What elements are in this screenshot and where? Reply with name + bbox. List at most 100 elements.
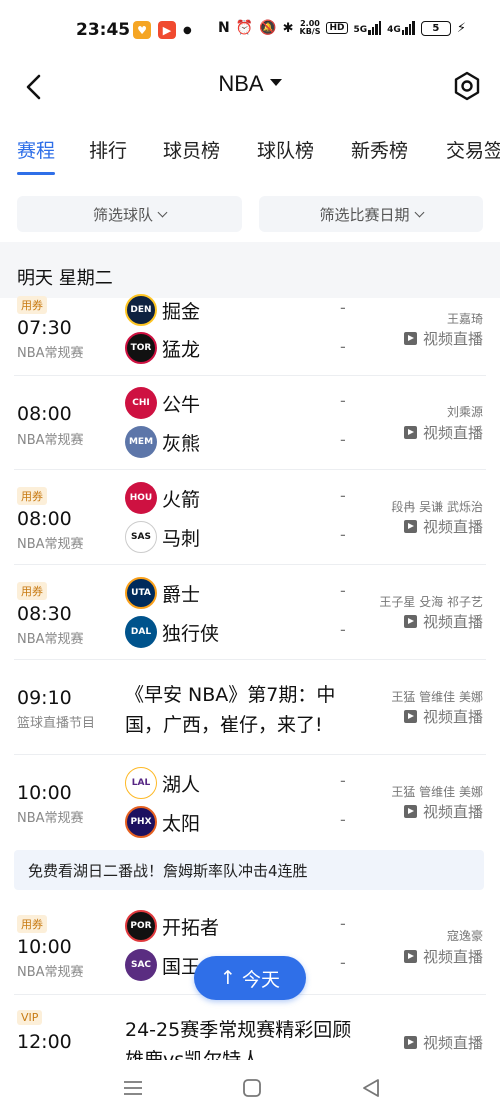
video-live-button[interactable]: 视频直播 — [403, 516, 483, 537]
coupon-badge: 用券 — [17, 915, 47, 933]
home-score: - — [340, 914, 346, 933]
suns-logo-icon: PHX — [125, 806, 157, 838]
game-row[interactable]: 用券 07:30 NBA常规赛 DEN 掘金 TOR 猛龙 - - 王嘉琦 视频… — [0, 290, 500, 376]
away-score: - — [340, 337, 346, 356]
filter-date-button[interactable]: 筛选比赛日期 — [259, 196, 483, 232]
filter-team-label: 筛选球队 — [92, 205, 153, 224]
game-time: 08:00 — [17, 403, 72, 425]
game-row[interactable]: 用券 08:00 NBA常规赛 HOU 火箭 SAS 马刺 - - 段冉 吴谦 … — [0, 470, 500, 565]
game-time: 08:30 — [17, 603, 72, 625]
schedule-list[interactable]: 用券 07:30 NBA常规赛 DEN 掘金 TOR 猛龙 - - 王嘉琦 视频… — [0, 290, 500, 1060]
away-team: TOR 猛龙 — [125, 332, 200, 364]
status-time: 23:45 — [76, 20, 131, 40]
away-team: PHX 太阳 — [125, 806, 200, 838]
play-icon — [403, 332, 417, 345]
play-icon — [403, 615, 417, 628]
tab-trades[interactable]: 交易签 — [446, 136, 500, 163]
play-icon — [403, 805, 417, 818]
program-type: 篮球直播节目 — [17, 716, 96, 731]
video-live-button[interactable]: 视频直播 — [403, 946, 483, 967]
video-live-button[interactable]: 视频直播 — [403, 706, 483, 727]
away-score: - — [340, 810, 346, 829]
status-bar: 23:45 ♥ ▶ ● N ⏰ 🔕 ✱ 2.00 KB/S HD 5G 4G 5 … — [0, 0, 500, 60]
home-team: LAL 湖人 — [125, 767, 200, 799]
rockets-logo-icon: HOU — [125, 482, 157, 514]
commentators: 段冉 吴谦 武烁治 — [391, 500, 483, 514]
home-team: UTA 爵士 — [125, 577, 200, 609]
jazz-logo-icon: UTA — [125, 577, 157, 609]
date-label: 明天 星期二 — [17, 268, 113, 289]
tab-schedule[interactable]: 赛程 — [17, 136, 55, 163]
tab-standings[interactable]: 排行 — [89, 136, 127, 163]
bluetooth-icon: ✱ — [282, 20, 294, 36]
home-score: - — [340, 391, 346, 410]
back-nav-icon[interactable] — [358, 1075, 384, 1101]
game-type: NBA常规赛 — [17, 346, 84, 361]
play-icon — [403, 520, 417, 533]
game-time: 07:30 — [17, 317, 72, 339]
video-live-button[interactable]: 视频直播 — [403, 328, 483, 349]
grizzlies-logo-icon: MEM — [125, 426, 157, 458]
system-navigation-bar — [0, 1060, 500, 1117]
title-dropdown[interactable]: NBA — [0, 71, 500, 97]
menu-icon[interactable] — [120, 1075, 146, 1101]
game-row[interactable]: 08:00 NBA常规赛 CHI 公牛 MEM 灰熊 - - 刘乘源 视频直播 — [0, 376, 500, 470]
commentators: 刘乘源 — [446, 405, 483, 419]
away-score: - — [340, 953, 346, 972]
tab-player-rankings[interactable]: 球员榜 — [163, 136, 220, 163]
app-header: NBA — [0, 60, 500, 116]
game-type: NBA常规赛 — [17, 433, 84, 448]
video-live-button[interactable]: 视频直播 — [403, 611, 483, 632]
game-row[interactable]: 10:00 NBA常规赛 LAL 湖人 PHX 太阳 - - 王猛 管维佳 美娜… — [0, 755, 500, 850]
battery-icon: 5 — [420, 20, 451, 36]
raptors-logo-icon: TOR — [125, 332, 157, 364]
commentators: 王猛 管维佳 美娜 — [391, 690, 483, 704]
page-title: NBA — [218, 71, 264, 96]
signal-4g-icon: 4G — [387, 21, 415, 35]
program-title: 《早安 NBA》第7期：中国，广西，崔仔，来了! — [125, 684, 336, 736]
home-score: - — [340, 771, 346, 790]
game-row[interactable]: 用券 08:30 NBA常规赛 UTA 爵士 DAL 独行侠 - - 王子星 殳… — [0, 565, 500, 660]
tab-bar: 赛程 排行 球员榜 球队榜 新秀榜 交易签 — [0, 136, 500, 180]
video-live-button[interactable]: 视频直播 — [403, 422, 483, 443]
play-icon — [403, 710, 417, 723]
game-type: NBA常规赛 — [17, 965, 84, 980]
chevron-down-icon — [414, 207, 424, 217]
more-dot-icon: ● — [183, 24, 192, 36]
notification-icons: ♥ ▶ ● — [133, 21, 192, 39]
away-team: DAL 独行侠 — [125, 616, 219, 648]
lakers-logo-icon: LAL — [125, 767, 157, 799]
video-live-button[interactable]: 视频直播 — [403, 801, 483, 822]
filter-date-label: 筛选比赛日期 — [319, 205, 410, 224]
promo-banner[interactable]: 免费看湖日二番战！詹姆斯率队冲击4连胜 — [14, 850, 484, 890]
coupon-badge: 用券 — [17, 582, 47, 600]
program-title: 24-25赛季常规赛精彩回顾 雄鹿vs凯尔特人 — [125, 1019, 352, 1060]
tab-team-rankings[interactable]: 球队榜 — [257, 136, 314, 163]
program-row[interactable]: 09:10 篮球直播节目 《早安 NBA》第7期：中国，广西，崔仔，来了! 王猛… — [0, 660, 500, 755]
home-score: - — [340, 486, 346, 505]
play-icon — [403, 426, 417, 439]
play-icon — [403, 1036, 417, 1049]
back-to-today-button[interactable]: ↑ 今天 — [194, 956, 306, 1000]
program-row[interactable]: VIP 12:00 24-25赛季常规赛精彩回顾 雄鹿vs凯尔特人 视频直播 — [0, 995, 500, 1060]
app-notification-icon: ♥ — [133, 21, 151, 39]
home-team: CHI 公牛 — [125, 387, 200, 419]
arrow-up-icon: ↑ — [220, 967, 236, 989]
home-score: - — [340, 581, 346, 600]
video-live-button[interactable]: 视频直播 — [403, 1032, 483, 1053]
commentators: 王子星 殳海 祁子艺 — [379, 595, 483, 609]
settings-icon[interactable] — [450, 69, 484, 103]
hd-badge: HD — [326, 22, 348, 34]
filter-team-button[interactable]: 筛选球队 — [17, 196, 242, 232]
game-type: NBA常规赛 — [17, 537, 84, 552]
game-type: NBA常规赛 — [17, 632, 84, 647]
promo-banner-text: 免费看湖日二番战！詹姆斯率队冲击4连胜 — [28, 861, 308, 880]
away-score: - — [340, 430, 346, 449]
away-score: - — [340, 525, 346, 544]
home-icon[interactable] — [239, 1075, 265, 1101]
away-score: - — [340, 620, 346, 639]
mute-icon: 🔕 — [259, 20, 277, 36]
tab-rookie-rankings[interactable]: 新秀榜 — [351, 136, 408, 163]
commentators: 王猛 管维佳 美娜 — [391, 785, 483, 799]
caret-down-icon — [269, 79, 282, 86]
